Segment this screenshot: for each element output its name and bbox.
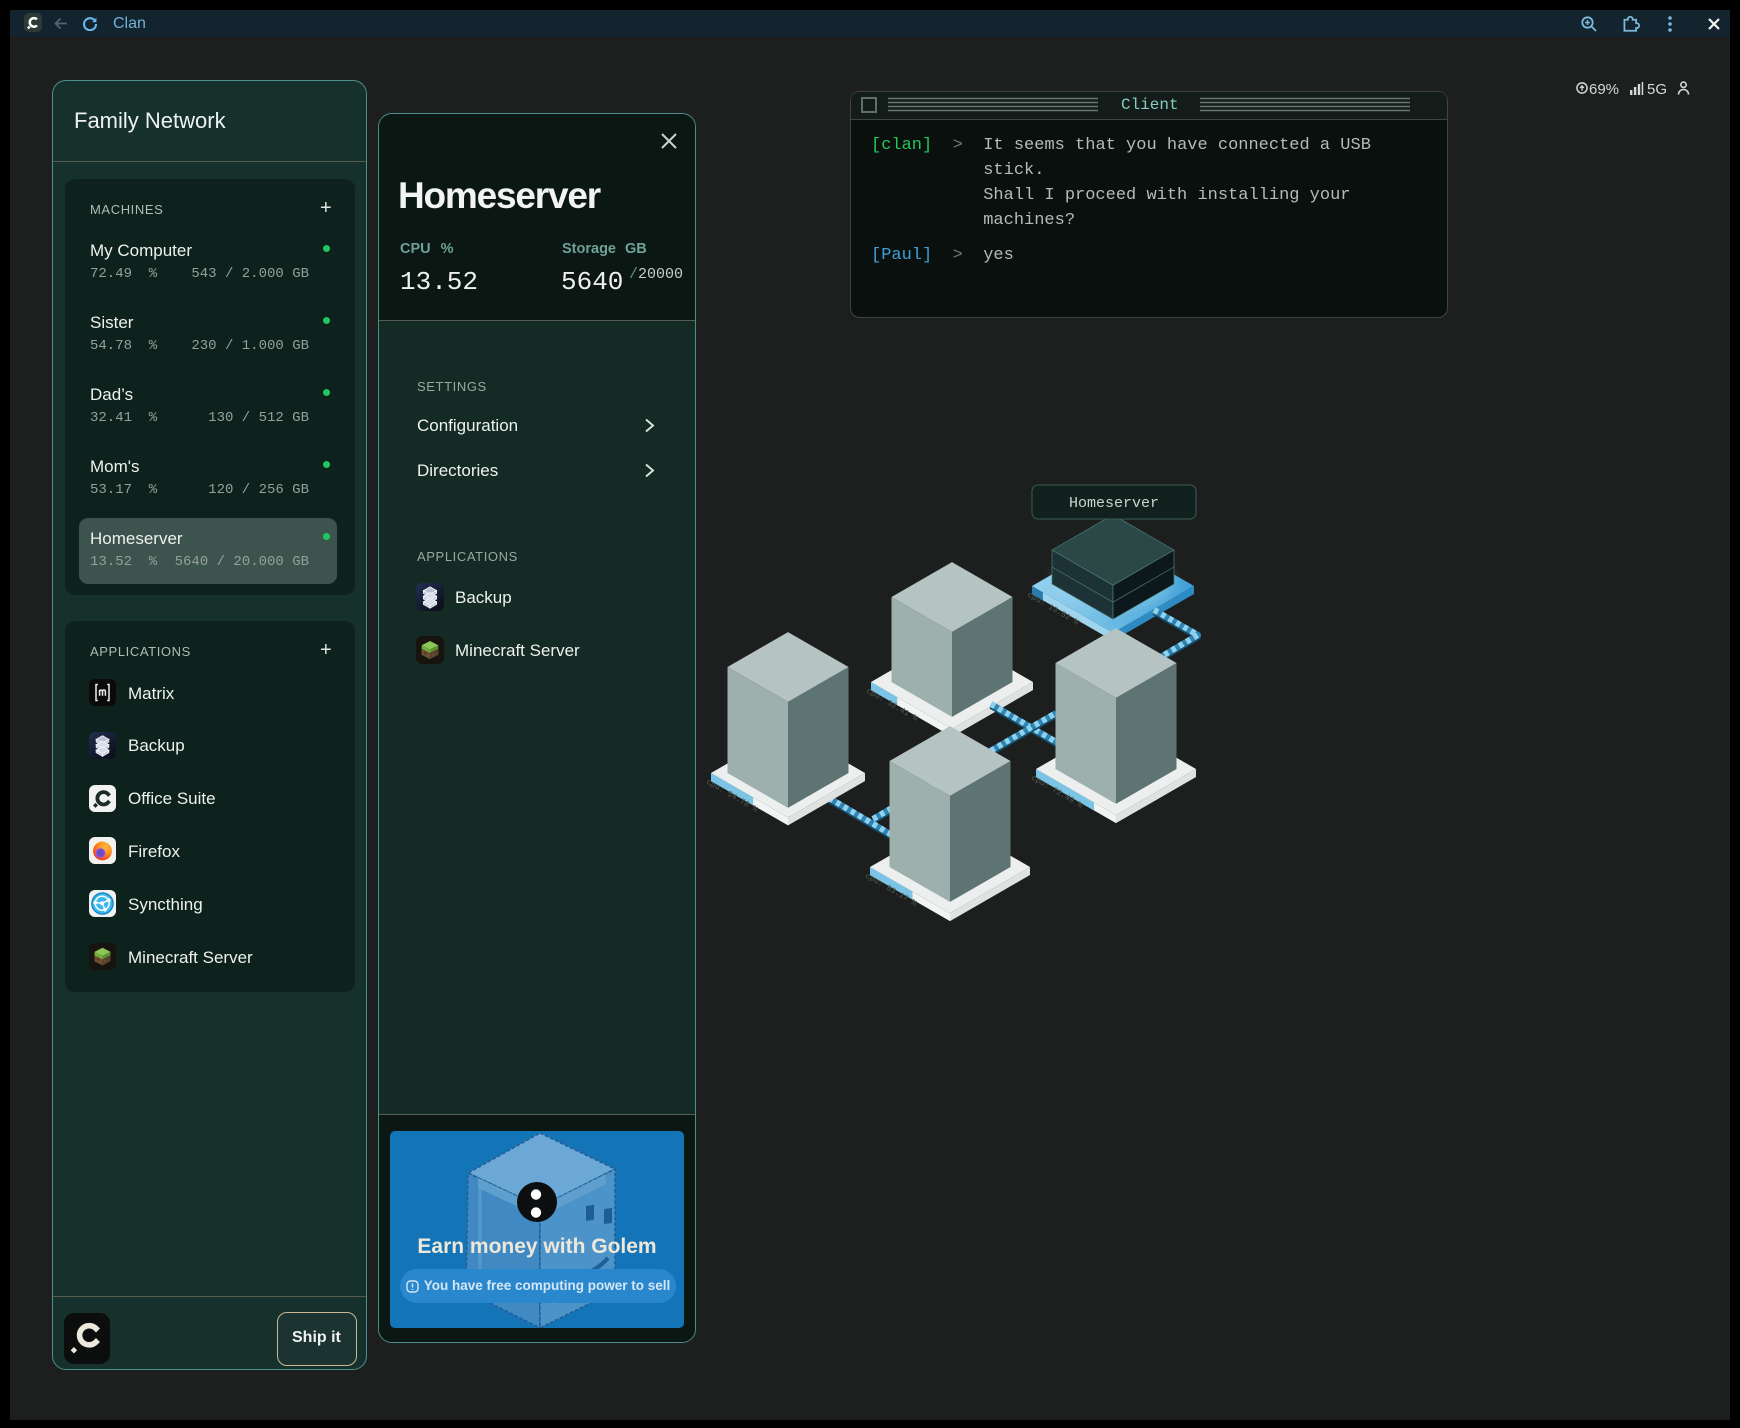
- svg-text:Homeserver: Homeserver: [1069, 495, 1159, 512]
